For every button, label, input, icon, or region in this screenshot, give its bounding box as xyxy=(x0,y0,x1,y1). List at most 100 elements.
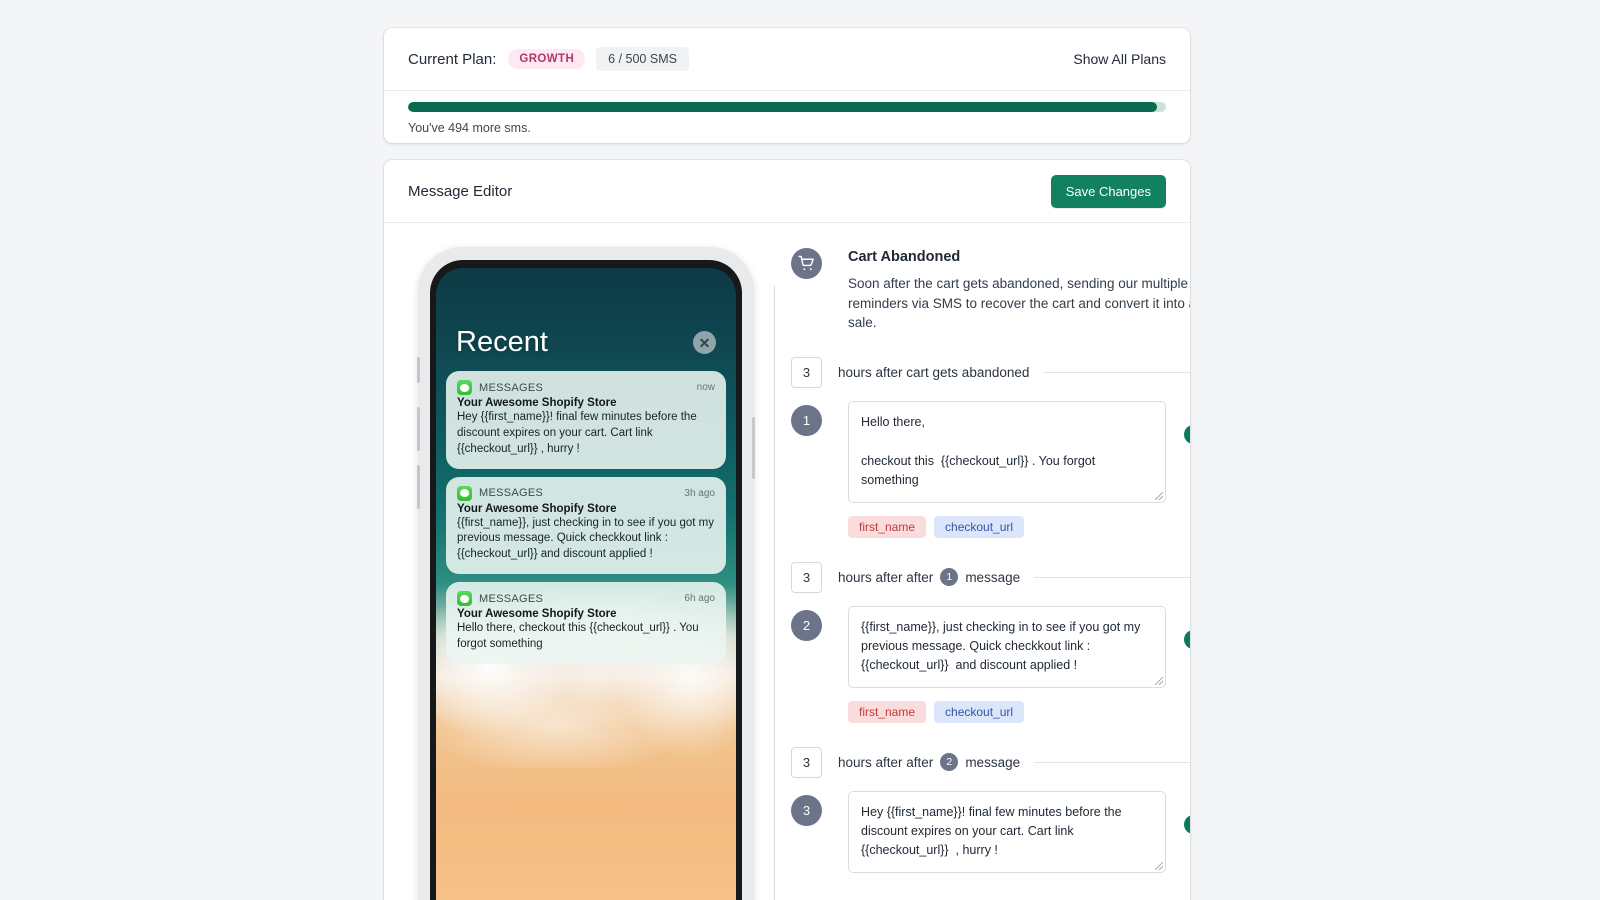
resize-grip-icon[interactable] xyxy=(1155,491,1163,500)
message-textarea-wrapper: Hello there, checkout this {{checkout_ur… xyxy=(848,401,1166,503)
step-number-badge: 1 xyxy=(791,405,822,437)
flow-description: Soon after the cart gets abandoned, send… xyxy=(848,276,1190,331)
delay-divider xyxy=(1034,761,1190,763)
save-changes-button[interactable]: Save Changes xyxy=(1050,174,1166,208)
notification-time: 3h ago xyxy=(684,487,715,499)
notification-list: MESSAGES now Your Awesome Shopify Store Hey… xyxy=(436,359,736,664)
automation-flow-column: Cart Abandoned Soon after the cart gets … xyxy=(759,247,1190,900)
notification-body: {{first_name}}, just checking in to see … xyxy=(457,516,714,561)
notification-title: Your Awesome Shopify Store xyxy=(457,502,617,515)
variable-tag-list: first_name checkout_url xyxy=(848,515,1166,538)
lockscreen-header: Recent ✕ xyxy=(436,268,736,359)
variable-tag-list: first_name checkout_url xyxy=(848,700,1166,723)
message-enabled-toggle[interactable] xyxy=(1184,629,1190,649)
flow-step: 3 hours after after 2 message 3 Hey {{first_n… xyxy=(791,746,1190,873)
message-textarea[interactable]: Hey {{first_name}}! final few minutes be… xyxy=(848,790,1166,873)
step-number-badge: 3 xyxy=(791,794,822,826)
variable-tag-first-name[interactable]: first_name xyxy=(848,700,927,723)
plan-tier-badge: GROWTH xyxy=(508,49,586,69)
delay-suffix-label: message xyxy=(965,569,1021,585)
resize-grip-icon[interactable] xyxy=(1155,861,1163,870)
delay-row: 3 hours after after 1 message xyxy=(791,561,1190,593)
message-row: 3 Hey {{first_name}}! final few minutes b… xyxy=(791,790,1190,873)
message-editor-card: Message Editor Save Changes Recent ✕ MES… xyxy=(384,160,1190,900)
variable-tag-checkout-url[interactable]: checkout_url xyxy=(934,515,1025,538)
delay-row: 3 hours after after 2 message xyxy=(791,746,1190,778)
sms-remaining-note: You've 494 more sms. xyxy=(408,121,531,135)
phone-preview-column: Recent ✕ MESSAGES now Your Awesome Shopify… xyxy=(414,247,759,900)
notification-item[interactable]: MESSAGES 6h ago Your Awesome Shopify Store… xyxy=(446,582,726,664)
recent-heading: Recent xyxy=(456,326,548,358)
notification-body: Hey {{first_name}}! final few minutes be… xyxy=(457,411,697,455)
phone-screen: Recent ✕ MESSAGES now Your Awesome Shopify… xyxy=(436,268,736,900)
notification-meta: MESSAGES 6h ago xyxy=(457,591,715,607)
notification-meta: MESSAGES 3h ago xyxy=(457,485,715,501)
flow-step: 3 hours after cart gets abandoned 1 Hello t… xyxy=(791,357,1190,538)
flow-steps: 3 hours after cart gets abandoned 1 Hello t… xyxy=(791,357,1190,873)
notification-meta: MESSAGES now xyxy=(457,380,715,395)
message-editor-header: Message Editor Save Changes xyxy=(384,160,1190,223)
shopping-cart-icon xyxy=(791,248,822,279)
message-enabled-toggle[interactable] xyxy=(1184,425,1190,445)
flow-step: 3 hours after after 1 message 2 {{first_name}… xyxy=(791,561,1190,723)
notification-app-name: MESSAGES xyxy=(479,592,544,605)
delay-divider xyxy=(1034,576,1190,578)
notification-item[interactable]: MESSAGES 3h ago Your Awesome Shopify Store… xyxy=(446,476,726,575)
flow-timeline-rail xyxy=(774,285,775,900)
notification-time: 6h ago xyxy=(684,593,715,605)
current-plan-card: Current Plan: GROWTH 6 / 500 SMS Show Al… xyxy=(384,28,1190,143)
message-enabled-toggle[interactable] xyxy=(1184,814,1190,834)
show-all-plans-button[interactable]: Show All Plans xyxy=(1073,51,1166,67)
current-plan-label: Current Plan: xyxy=(408,50,497,68)
plan-header-row: Current Plan: GROWTH 6 / 500 SMS Show Al… xyxy=(384,28,1190,91)
delay-reference-step: 1 xyxy=(940,568,959,587)
delay-description: hours after cart gets abandoned xyxy=(838,365,1029,380)
message-content: Hey {{first_name}}! final few minutes be… xyxy=(822,790,1166,873)
delay-prefix-label: hours after cart gets abandoned xyxy=(838,365,1030,381)
delay-prefix-label: hours after after xyxy=(838,754,934,770)
phone-power-button xyxy=(752,417,755,479)
messages-app-icon xyxy=(457,485,472,501)
sms-usage-badge: 6 / 500 SMS xyxy=(596,47,689,71)
sms-progress-fill xyxy=(408,102,1157,112)
message-textarea[interactable]: {{first_name}}, just checking in to see … xyxy=(848,605,1166,688)
plan-usage-section: You've 494 more sms. xyxy=(384,91,1190,135)
delay-prefix-label: hours after after xyxy=(838,569,934,585)
messages-app-icon xyxy=(457,591,472,607)
phone-bezel: Recent ✕ MESSAGES now Your Awesome Shopify… xyxy=(430,260,742,900)
phone-volume-up-button xyxy=(417,407,420,451)
app-root: Current Plan: GROWTH 6 / 500 SMS Show Al… xyxy=(0,0,1600,900)
delay-hours-input[interactable]: 3 xyxy=(791,561,822,593)
phone-mute-switch xyxy=(417,357,420,383)
notification-title: Your Awesome Shopify Store xyxy=(457,608,617,621)
editor-body: Recent ✕ MESSAGES now Your Awesome Shopify… xyxy=(384,223,1190,900)
page-title: Message Editor xyxy=(408,182,513,200)
notification-time: now xyxy=(696,382,715,393)
notification-item[interactable]: MESSAGES now Your Awesome Shopify Store Hey… xyxy=(446,371,726,469)
flow-header: Cart Abandoned Soon after the cart gets … xyxy=(791,247,1190,333)
flow-header-text: Cart Abandoned Soon after the cart gets … xyxy=(822,247,1190,333)
message-textarea[interactable]: Hello there, checkout this {{checkout_ur… xyxy=(848,401,1166,503)
variable-tag-first-name[interactable]: first_name xyxy=(848,515,927,538)
notification-app-name: MESSAGES xyxy=(479,381,544,394)
delay-row: 3 hours after cart gets abandoned xyxy=(791,357,1190,389)
notification-body: Hello there, checkout this {{checkout_ur… xyxy=(457,622,699,651)
delay-hours-input[interactable]: 3 xyxy=(791,746,822,778)
delay-hours-input[interactable]: 3 xyxy=(791,357,822,389)
message-textarea-wrapper: {{first_name}}, just checking in to see … xyxy=(848,605,1166,688)
message-content: {{first_name}}, just checking in to see … xyxy=(822,605,1166,723)
delay-suffix-label: message xyxy=(965,754,1021,770)
sms-progress-bar xyxy=(408,102,1166,112)
delay-description: hours after after 2 message xyxy=(838,753,1021,772)
phone-mockup: Recent ✕ MESSAGES now Your Awesome Shopify… xyxy=(417,247,755,900)
phone-volume-down-button xyxy=(417,465,420,509)
message-textarea-wrapper: Hey {{first_name}}! final few minutes be… xyxy=(848,790,1166,873)
variable-tag-checkout-url[interactable]: checkout_url xyxy=(934,700,1025,723)
resize-grip-icon[interactable] xyxy=(1155,676,1163,685)
messages-app-icon xyxy=(457,380,472,395)
delay-description: hours after after 1 message xyxy=(838,568,1021,587)
notification-app-name: MESSAGES xyxy=(479,487,544,500)
close-icon[interactable]: ✕ xyxy=(693,331,716,354)
notification-title: Your Awesome Shopify Store xyxy=(457,397,617,409)
delay-divider xyxy=(1043,372,1190,374)
